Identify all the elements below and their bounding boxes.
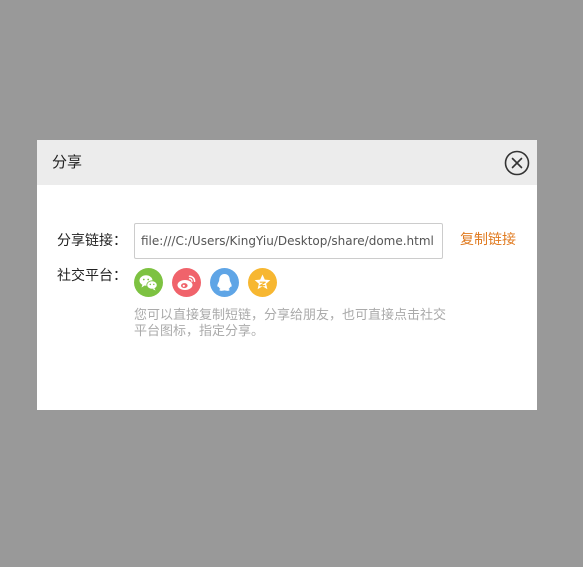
- qzone-share-button[interactable]: [248, 268, 277, 297]
- social-platform-label: 社交平台：: [57, 268, 127, 284]
- close-button[interactable]: [504, 150, 530, 176]
- share-link-input[interactable]: [134, 223, 443, 259]
- wechat-icon: [139, 275, 158, 291]
- dialog-title: 分享: [52, 153, 83, 171]
- copy-link-button[interactable]: 复制链接: [460, 231, 516, 249]
- share-link-label: 分享链接：: [57, 233, 127, 249]
- share-dialog: 分享 分享链接： 复制链接 社交平台：: [37, 140, 537, 410]
- qq-share-button[interactable]: [210, 268, 239, 297]
- wechat-share-button[interactable]: [134, 268, 163, 297]
- weibo-icon: [177, 275, 196, 290]
- qzone-star-icon: [254, 274, 271, 290]
- dialog-header: 分享: [37, 140, 537, 185]
- weibo-share-button[interactable]: [172, 268, 201, 297]
- qq-icon: [217, 274, 232, 291]
- close-icon: [504, 150, 530, 176]
- share-hint-text: 您可以直接复制短链，分享给朋友，也可直接点击社交平台图标，指定分享。: [134, 308, 447, 339]
